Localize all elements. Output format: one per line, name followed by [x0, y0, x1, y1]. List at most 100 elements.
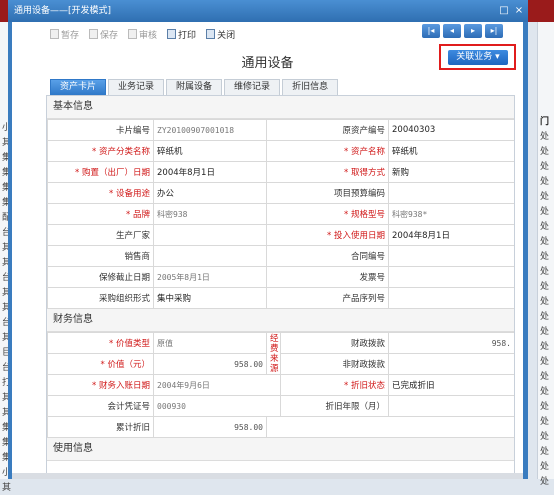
- invoice-no-label: 发票号: [266, 266, 389, 288]
- restore-icon[interactable]: □: [498, 5, 510, 17]
- bg-list-cell: 处: [540, 357, 550, 367]
- card-no-label: 卡片编号: [47, 119, 154, 141]
- equipment-dialog: 通用设备——[开发模式] □ × 暂存 保存 审核 打印 关闭 |◂ ◂ ▸ ▸…: [8, 0, 528, 479]
- table-row: * 购置（出厂）日期 2004年8月1日 * 取得方式 新购: [47, 161, 514, 183]
- contract-no-field[interactable]: [388, 245, 514, 267]
- table-row: 生产厂家 * 投入使用日期 2004年8月1日: [47, 224, 514, 246]
- audit-icon: [128, 29, 138, 39]
- table-row: * 品牌 科密938 * 规格型号 科密938*: [47, 203, 514, 225]
- section-basic-info: 基本信息: [47, 96, 514, 119]
- bg-list-cell: 处: [540, 372, 550, 382]
- usage-field[interactable]: 办公: [153, 182, 267, 204]
- model-field[interactable]: 科密938*: [388, 203, 514, 225]
- model-label: * 规格型号: [266, 203, 389, 225]
- nonfiscal-field[interactable]: [388, 353, 514, 375]
- toolbar: 暂存 保存 审核 打印 关闭: [50, 26, 235, 42]
- save-icon: [89, 29, 99, 39]
- card-no-field[interactable]: ZY20100907001018: [153, 119, 267, 141]
- orig-no-field[interactable]: 20040303: [388, 119, 514, 141]
- record-nav: |◂ ◂ ▸ ▸|: [422, 24, 503, 38]
- close-button[interactable]: 关闭: [206, 26, 235, 42]
- dialog-titlebar[interactable]: 通用设备——[开发模式] □ ×: [8, 0, 528, 22]
- tab-business-records[interactable]: 业务记录: [108, 79, 165, 95]
- close-icon[interactable]: ×: [513, 5, 525, 17]
- maker-field[interactable]: [153, 224, 267, 246]
- dialog-bottom-border: [12, 473, 523, 479]
- bg-list-cell: 处: [540, 477, 550, 487]
- value-type-field[interactable]: 原值: [153, 332, 267, 354]
- dep-years-field[interactable]: [388, 395, 514, 417]
- tab-repair-records[interactable]: 维修记录: [224, 79, 281, 95]
- asset-card-panel: 基本信息 卡片编号 ZY20100907001018 原资产编号 2004030…: [46, 95, 515, 479]
- budget-code-field[interactable]: [388, 182, 514, 204]
- first-record-icon[interactable]: |◂: [422, 24, 440, 38]
- invoice-no-field[interactable]: [388, 266, 514, 288]
- budget-code-label: 项目预算编码: [266, 182, 389, 204]
- tab-attached-equipment[interactable]: 附属设备: [166, 79, 223, 95]
- serial-no-field[interactable]: [388, 287, 514, 309]
- dep-years-label: 折旧年限（月）: [280, 395, 389, 417]
- warranty-label: 保修截止日期: [47, 266, 154, 288]
- table-row: 累计折旧 958.00: [47, 416, 514, 438]
- tab-asset-card[interactable]: 资产卡片: [50, 79, 107, 95]
- maker-label: 生产厂家: [47, 224, 154, 246]
- print-icon: [167, 29, 177, 39]
- audit-button[interactable]: 审核: [128, 26, 157, 42]
- save-draft-button[interactable]: 暂存: [50, 26, 79, 42]
- last-record-icon[interactable]: ▸|: [485, 24, 503, 38]
- table-row: * 资产分类名称 碎纸机 * 资产名称 碎纸机: [47, 140, 514, 162]
- dialog-body: 暂存 保存 审核 打印 关闭 |◂ ◂ ▸ ▸| 通用设备 关联业务 ▾ 资产卡…: [12, 22, 523, 479]
- bg-list-cell: 其: [2, 483, 12, 493]
- accum-dep-field[interactable]: 958.00: [153, 416, 267, 438]
- purchase-form-field[interactable]: 集中采购: [153, 287, 267, 309]
- acquire-method-field[interactable]: 新购: [388, 161, 514, 183]
- section-usage-info: 使用信息: [47, 438, 514, 461]
- bg-list-cell: 处: [540, 222, 550, 232]
- usage-label: * 设备用途: [47, 182, 154, 204]
- tab-depreciation[interactable]: 折旧信息: [282, 79, 339, 95]
- category-label: * 资产分类名称: [47, 140, 154, 162]
- asset-name-label: * 资产名称: [266, 140, 389, 162]
- dep-status-field[interactable]: 已完成折旧: [388, 374, 514, 396]
- seller-field[interactable]: [153, 245, 267, 267]
- table-row: * 财务入账日期 2004年9月6日 * 折旧状态 已完成折旧: [47, 374, 514, 396]
- table-row: 卡片编号 ZY20100907001018 原资产编号 20040303: [47, 119, 514, 141]
- print-button[interactable]: 打印: [167, 26, 196, 42]
- accum-dep-label: 累计折旧: [47, 416, 154, 438]
- use-date-label: * 投入使用日期: [266, 224, 389, 246]
- value-field[interactable]: 958.00: [153, 353, 267, 375]
- background-list-right: 门处处处处处处处处处处处处处处处处处处处处处处处处: [537, 22, 554, 487]
- bg-list-cell: 处: [540, 327, 550, 337]
- purchase-date-field[interactable]: 2004年8月1日: [153, 161, 267, 183]
- dep-status-label: * 折旧状态: [280, 374, 389, 396]
- bg-list-cell: 处: [540, 237, 550, 247]
- use-date-field[interactable]: 2004年8月1日: [388, 224, 514, 246]
- entry-date-field[interactable]: 2004年9月6日: [153, 374, 281, 396]
- asset-name-field[interactable]: 碎纸机: [388, 140, 514, 162]
- bg-list-cell: 处: [540, 402, 550, 412]
- related-business-button[interactable]: 关联业务 ▾: [448, 50, 508, 65]
- category-field[interactable]: 碎纸机: [153, 140, 267, 162]
- bg-list-cell: 处: [540, 147, 550, 157]
- bg-list-cell: 处: [540, 387, 550, 397]
- table-row: * 价值类型 原值 经费来源 财政拨款 958.: [47, 332, 514, 375]
- warranty-field[interactable]: 2005年8月1日: [153, 266, 267, 288]
- entry-date-label: * 财务入账日期: [47, 374, 154, 396]
- voucher-field[interactable]: 000930: [153, 395, 281, 417]
- basic-info-table: 卡片编号 ZY20100907001018 原资产编号 20040303 * 资…: [47, 119, 514, 309]
- save-draft-icon: [50, 29, 59, 39]
- nonfiscal-label: 非财政拨款: [280, 353, 389, 375]
- prev-record-icon[interactable]: ◂: [443, 24, 461, 38]
- bg-list-cell: 处: [540, 252, 550, 262]
- save-button[interactable]: 保存: [89, 26, 118, 42]
- brand-label: * 品牌: [47, 203, 154, 225]
- fiscal-field[interactable]: 958.: [388, 332, 514, 354]
- purchase-form-label: 采购组织形式: [47, 287, 154, 309]
- tab-bar: 资产卡片 业务记录 附属设备 维修记录 折旧信息: [50, 79, 339, 95]
- next-record-icon[interactable]: ▸: [464, 24, 482, 38]
- bg-list-cell: 处: [540, 192, 550, 202]
- bg-list-cell: 处: [540, 462, 550, 472]
- value-label: * 价值（元）: [47, 353, 154, 375]
- orig-no-label: 原资产编号: [266, 119, 389, 141]
- brand-field[interactable]: 科密938: [153, 203, 267, 225]
